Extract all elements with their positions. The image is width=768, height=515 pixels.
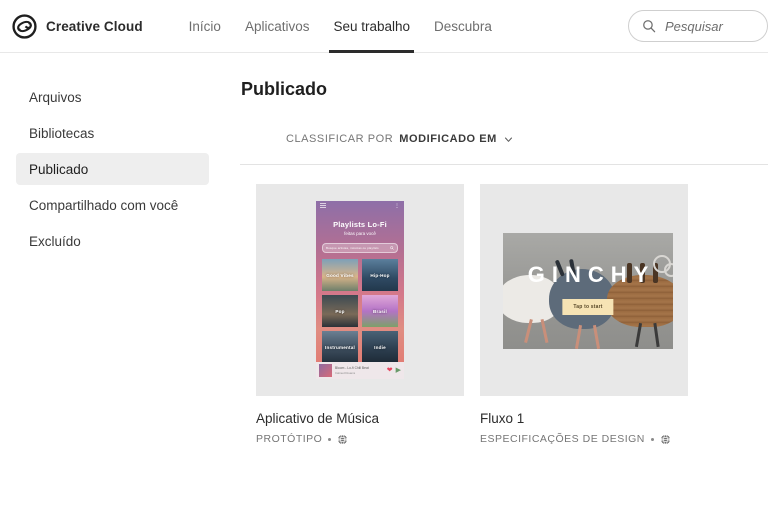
figurine-leg	[592, 324, 601, 349]
player-track-artist: Calmed Dreams	[335, 371, 356, 375]
page-title: Publicado	[241, 79, 328, 99]
card-meta: ESPECIFICAÇÕES DE DESIGN	[480, 433, 688, 445]
card-thumbnail[interactable]: ⋮ Playlists Lo-Fi feitas para você Busqu…	[256, 184, 464, 396]
meta-separator-dot	[328, 437, 332, 441]
sidebar-item-excluido[interactable]: Excluído	[16, 225, 209, 257]
playlist-tile: Pop	[322, 295, 358, 327]
card-title[interactable]: Aplicativo de Música	[256, 411, 464, 426]
phone-search-placeholder: Busque artistas, músicas ou playlists	[326, 246, 379, 250]
card-fluxo-1[interactable]: GINCHY Tap to start Fluxo 1 ESPECIFICAÇÕ…	[480, 184, 688, 445]
brand-name: Creative Cloud	[46, 18, 143, 34]
player-track-title: Bloom - Lo-fi Chill Beat	[335, 366, 369, 370]
nav-item-descubra[interactable]: Descubra	[422, 0, 504, 53]
chevron-down-icon[interactable]	[504, 135, 513, 144]
sort-label: CLASSIFICAR POR	[286, 133, 394, 145]
playlist-tile-label: Brasil	[373, 308, 387, 314]
play-icon: ▶	[395, 367, 401, 374]
sidebar: Arquivos Bibliotecas Publicado Compartil…	[0, 53, 225, 515]
tap-to-start-button[interactable]: Tap to start	[562, 299, 614, 315]
published-cards-grid: ⋮ Playlists Lo-Fi feitas para você Busqu…	[256, 184, 768, 445]
card-aplicativo-de-musica[interactable]: ⋮ Playlists Lo-Fi feitas para você Busqu…	[256, 184, 464, 445]
nav-item-inicio[interactable]: Início	[177, 0, 233, 53]
nav-item-seu-trabalho[interactable]: Seu trabalho	[321, 0, 422, 53]
search-icon	[390, 246, 394, 250]
card-title[interactable]: Fluxo 1	[480, 411, 688, 426]
player-track-info: Bloom - Lo-fi Chill Beat Calmed Dreams	[335, 366, 384, 375]
meta-separator-dot	[650, 437, 654, 441]
overflow-menu-icon: ⋮	[394, 202, 400, 209]
ginchy-heading: GINCHY	[527, 262, 656, 287]
brand[interactable]: Creative Cloud	[12, 13, 143, 39]
sidebar-item-compartilhado-com-voce[interactable]: Compartilhado com você	[16, 189, 209, 221]
ginchy-hero-mockup: GINCHY Tap to start	[503, 233, 673, 349]
figurine-leg	[653, 322, 660, 348]
playlist-tile-label: Good Vibes	[326, 272, 354, 278]
phone-topbar: ⋮	[316, 201, 404, 210]
playlist-tile: Instrumental	[322, 331, 358, 363]
card-meta: PROTÓTIPO	[256, 433, 464, 445]
card-meta-type: ESPECIFICAÇÕES DE DESIGN	[480, 433, 645, 445]
globe-icon	[337, 434, 348, 444]
playlist-tile: Good Vibes	[322, 259, 358, 291]
phone-heading: Playlists Lo-Fi	[333, 220, 387, 229]
sort-control[interactable]: CLASSIFICAR POR MODIFICADO EM	[286, 130, 768, 148]
album-art	[319, 364, 332, 377]
phone-search-field: Busque artistas, músicas ou playlists	[322, 243, 398, 253]
heart-icon: ❤	[386, 367, 393, 374]
card-thumbnail[interactable]: GINCHY Tap to start	[480, 184, 688, 396]
search-icon	[643, 20, 656, 33]
playlist-tile-label: Indie	[374, 344, 386, 350]
playlist-tile-label: Pop	[335, 308, 345, 314]
search-input[interactable]	[665, 18, 760, 34]
playlist-tile: Brasil	[362, 295, 398, 327]
nav-item-aplicativos[interactable]: Aplicativos	[233, 0, 322, 53]
section-divider	[240, 164, 768, 165]
playlist-tile-label: Hip-Hop	[370, 272, 390, 278]
creative-cloud-logo-icon	[12, 13, 37, 39]
sidebar-item-publicado[interactable]: Publicado	[16, 153, 209, 185]
main-content: Publicado CLASSIFICAR POR MODIFICADO EM	[225, 53, 768, 515]
playlist-tile-label: Instrumental	[325, 344, 355, 350]
hamburger-menu-icon	[320, 203, 326, 208]
figurine-leg	[540, 318, 549, 344]
globe-icon	[660, 434, 671, 444]
playlist-tiles: Good Vibes Hip-Hop Pop Brasil Instrument	[322, 259, 398, 363]
playlist-tile: Indie	[362, 331, 398, 363]
app-header: Creative Cloud Início Aplicativos Seu tr…	[0, 0, 768, 53]
phone-subheading: feitas para você	[344, 231, 376, 236]
card-meta-type: PROTÓTIPO	[256, 433, 323, 445]
phone-player-bar: Bloom - Lo-fi Chill Beat Calmed Dreams ❤…	[316, 362, 404, 379]
sidebar-item-bibliotecas[interactable]: Bibliotecas	[16, 117, 209, 149]
playlist-tile: Hip-Hop	[362, 259, 398, 291]
search-box[interactable]	[628, 10, 768, 42]
phone-mockup: ⋮ Playlists Lo-Fi feitas para você Busqu…	[316, 201, 404, 379]
sort-value[interactable]: MODIFICADO EM	[399, 133, 497, 145]
sidebar-item-arquivos[interactable]: Arquivos	[16, 81, 209, 113]
main-nav: Início Aplicativos Seu trabalho Descubra	[177, 0, 504, 53]
